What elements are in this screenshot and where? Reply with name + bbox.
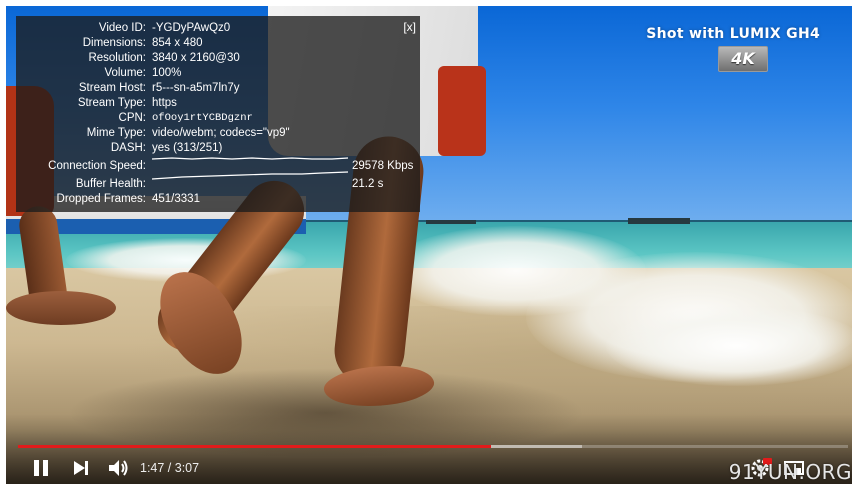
- shot-with-text: Shot with LUMIX GH4: [646, 26, 820, 42]
- stat-label: Stream Type:: [77, 97, 146, 109]
- stat-row-video-id: Video ID: -YGDyPAwQz0: [16, 21, 420, 36]
- stat-label: Connection Speed:: [48, 160, 146, 172]
- stat-value: 451/3331: [152, 193, 200, 205]
- badge-4k: 4K: [718, 46, 768, 72]
- next-button[interactable]: [70, 456, 92, 480]
- buffer-health-graph: [152, 169, 348, 183]
- site-watermark: 91YUN.ORG: [728, 460, 852, 484]
- connection-speed-graph: [152, 153, 348, 167]
- stat-label: Volume:: [104, 67, 146, 79]
- stat-label: Dimensions:: [82, 37, 146, 49]
- stat-value: 854 x 480: [152, 37, 203, 49]
- pause-icon: [34, 460, 48, 476]
- stat-value: https: [152, 97, 177, 109]
- stat-row-mime-type: Mime Type: video/webm; codecs="vp9": [16, 126, 420, 141]
- stat-label: Mime Type:: [86, 127, 146, 139]
- video-player[interactable]: Shot with LUMIX GH4 4K [x] Video ID: -YG…: [6, 6, 852, 484]
- stat-row-dimensions: Dimensions: 854 x 480: [16, 36, 420, 51]
- stat-label: CPN:: [118, 112, 146, 124]
- volume-button[interactable]: [106, 456, 130, 480]
- progress-bar[interactable]: [18, 445, 848, 448]
- stats-for-nerds-panel: [x] Video ID: -YGDyPAwQz0 Dimensions: 85…: [16, 16, 420, 212]
- stat-value: 29578 Kbps: [352, 160, 414, 172]
- stat-value: 3840 x 2160@30: [152, 52, 240, 64]
- pause-button[interactable]: [30, 456, 52, 480]
- stat-row-buffer-health: Buffer Health: 21.2 s: [16, 171, 420, 192]
- stat-label: Stream Host:: [78, 82, 146, 94]
- stat-row-stream-host: Stream Host: r5---sn-a5m7ln7y: [16, 81, 420, 96]
- stat-value: ofOoy1rtYCBDgznr: [152, 112, 253, 124]
- stat-value: 21.2 s: [352, 178, 384, 190]
- time-display: 1:47 / 3:07: [140, 461, 200, 475]
- stat-label: DASH:: [110, 142, 146, 154]
- stat-value: 100%: [152, 67, 182, 79]
- stat-label: Resolution:: [88, 52, 146, 64]
- next-icon: [74, 461, 88, 475]
- stat-row-stream-type: Stream Type: https: [16, 96, 420, 111]
- stat-row-dropped-frames: Dropped Frames: 451/3331: [16, 192, 420, 207]
- camera-watermark: Shot with LUMIX GH4 4K: [646, 26, 820, 72]
- progress-played: [18, 445, 492, 448]
- stat-label: Buffer Health:: [75, 178, 146, 190]
- stat-label: Video ID:: [98, 22, 146, 34]
- stat-value: -YGDyPAwQz0: [152, 22, 231, 34]
- stat-row-volume: Volume: 100%: [16, 66, 420, 81]
- stat-label: Dropped Frames:: [56, 193, 146, 205]
- volume-icon: [109, 460, 128, 476]
- stat-row-cpn: CPN: ofOoy1rtYCBDgznr: [16, 111, 420, 126]
- stat-value: video/webm; codecs="vp9": [152, 127, 290, 139]
- controls-gradient: [6, 414, 852, 484]
- stat-row-resolution: Resolution: 3840 x 2160@30: [16, 51, 420, 66]
- stat-value: r5---sn-a5m7ln7y: [152, 82, 240, 94]
